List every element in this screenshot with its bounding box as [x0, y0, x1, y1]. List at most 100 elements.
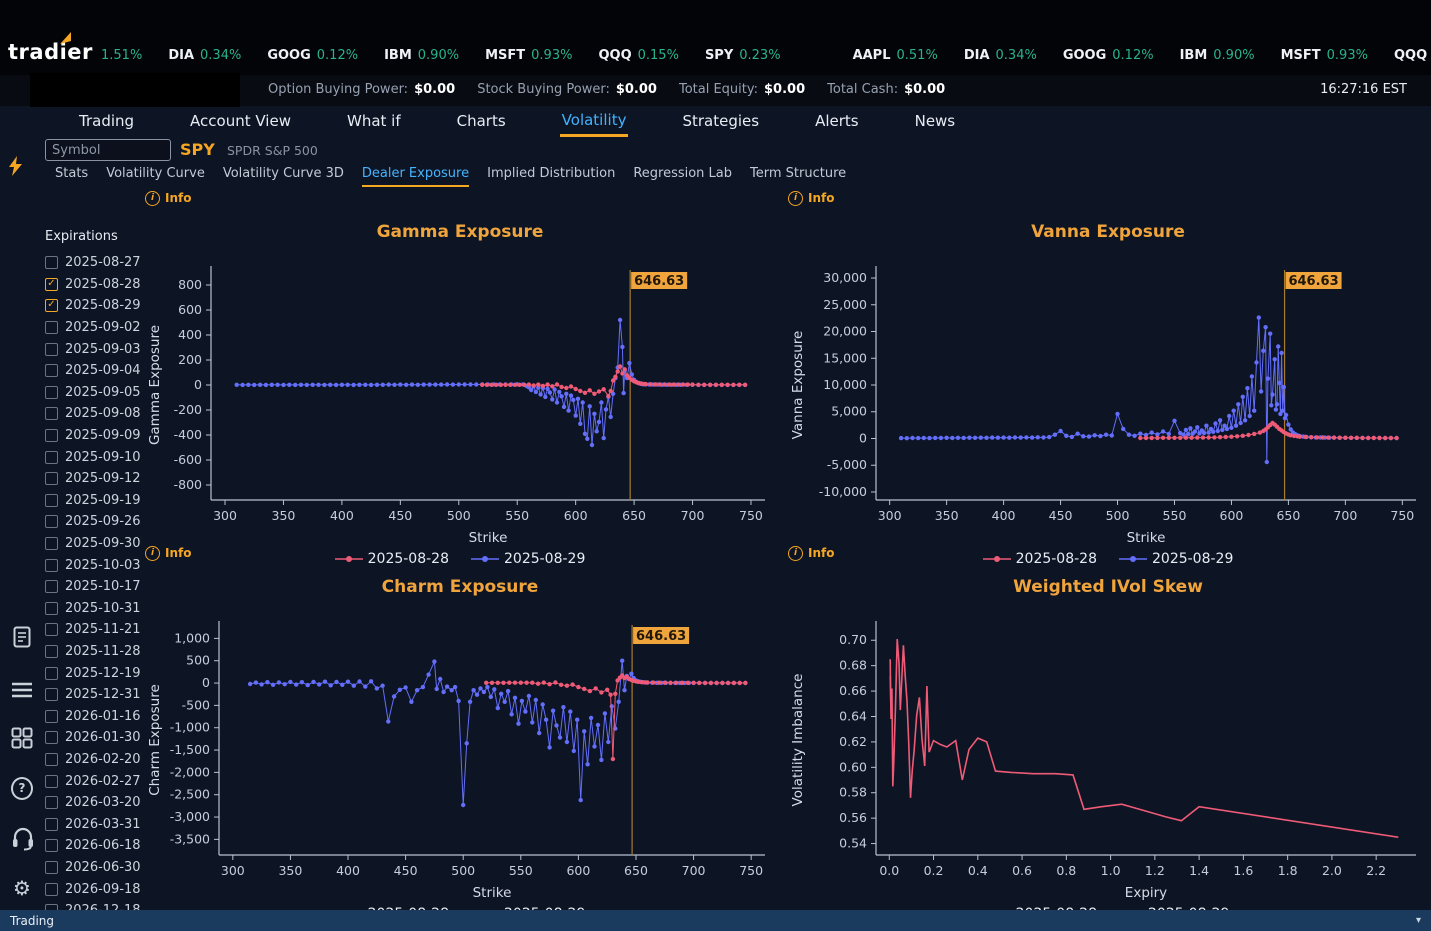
- expiration-checkbox[interactable]: [45, 839, 58, 853]
- nav-tab-trading[interactable]: Trading: [77, 108, 136, 135]
- expiration-checkbox[interactable]: [45, 860, 58, 874]
- nav-tab-charts[interactable]: Charts: [455, 108, 508, 135]
- expiration-checkbox[interactable]: [45, 731, 58, 745]
- expiration-checkbox[interactable]: ✓: [45, 277, 58, 291]
- expiration-checkbox[interactable]: [45, 321, 58, 335]
- expiration-checkbox[interactable]: [45, 429, 58, 443]
- ticker-item[interactable]: QQQ0.15%: [1394, 48, 1431, 63]
- expiration-row[interactable]: 2025-09-08: [45, 403, 155, 425]
- lightning-bolt-icon[interactable]: [9, 156, 23, 176]
- expiration-row[interactable]: 2026-09-18: [45, 878, 155, 900]
- expiration-checkbox[interactable]: [45, 882, 58, 896]
- expiration-row[interactable]: 2025-11-21: [45, 619, 155, 641]
- expiration-row[interactable]: 2026-06-30: [45, 857, 155, 879]
- help-icon[interactable]: ?: [11, 776, 33, 800]
- symbol-input[interactable]: [45, 139, 171, 161]
- expiration-checkbox[interactable]: [45, 774, 58, 788]
- expiration-row[interactable]: 2025-08-27: [45, 252, 155, 274]
- ticker-item[interactable]: GOOG 0.12%: [267, 48, 358, 63]
- expiration-row[interactable]: 2026-12-18: [45, 900, 155, 910]
- expiration-checkbox[interactable]: [45, 644, 58, 658]
- document-icon[interactable]: [11, 625, 33, 649]
- ticker-item[interactable]: AAPL 0.51%: [853, 48, 938, 63]
- expiration-checkbox[interactable]: [45, 515, 58, 529]
- grid-icon[interactable]: [11, 726, 33, 750]
- ticker-item[interactable]: MSFT 0.93%: [485, 48, 572, 63]
- info-button[interactable]: i Info: [145, 190, 775, 206]
- ticker-item[interactable]: MSFT 0.93%: [1281, 48, 1368, 63]
- expiration-row[interactable]: 2025-09-04: [45, 360, 155, 382]
- expiration-row[interactable]: ✓ 2025-08-29: [45, 295, 155, 317]
- nav-tab-account-view[interactable]: Account View: [188, 108, 293, 135]
- expiration-checkbox[interactable]: [45, 493, 58, 507]
- ticker-tape[interactable]: 1.51% DIA 0.34% GOOG 0.12% IBM 0.90% MSFT 0.93% Q…: [95, 48, 1431, 63]
- expiration-row[interactable]: 2025-10-31: [45, 598, 155, 620]
- expiration-checkbox[interactable]: [45, 385, 58, 399]
- ticker-item[interactable]: GOOG 0.12%: [1063, 48, 1154, 63]
- expiration-checkbox[interactable]: [45, 407, 58, 421]
- weighted-ivol-skew-plot[interactable]: 0.70 0.68 0.66 0.64 0.62 0.60 0.58 0.56 0.54 0.0 0…: [788, 613, 1428, 905]
- expiration-row[interactable]: 2025-10-03: [45, 554, 155, 576]
- expiration-checkbox[interactable]: [45, 342, 58, 356]
- subtab-stats[interactable]: Stats: [55, 166, 88, 187]
- expiration-checkbox[interactable]: [45, 796, 58, 810]
- ticker-item[interactable]: IBM 0.90%: [1180, 48, 1255, 63]
- charm-exposure-plot[interactable]: 1,000 500 0 -500 -1,000 -1,500 -2,000 -2,500 -3,…: [145, 613, 775, 905]
- ticker-item[interactable]: IBM 0.90%: [384, 48, 459, 63]
- menu-icon[interactable]: [11, 678, 33, 702]
- expiration-checkbox[interactable]: [45, 709, 58, 723]
- expiration-checkbox[interactable]: [45, 364, 58, 378]
- nav-tab-news[interactable]: News: [913, 108, 958, 135]
- ticker-item[interactable]: DIA 0.34%: [168, 48, 241, 63]
- expiration-row[interactable]: 2025-09-05: [45, 382, 155, 404]
- ticker-item[interactable]: SPY 0.23%: [705, 48, 781, 63]
- vanna-exposure-plot[interactable]: 30,000 25,000 20,000 15,000 10,000 5,000 0 -5,0…: [788, 258, 1428, 550]
- info-button[interactable]: i Info: [788, 190, 1428, 206]
- expiration-row[interactable]: 2025-12-19: [45, 662, 155, 684]
- gamma-exposure-plot[interactable]: 800 600 400 200 0 -200 -400 -600 -800 300 350 400 45…: [145, 258, 775, 550]
- expiration-row[interactable]: 2025-09-19: [45, 490, 155, 512]
- subtab-volatility-curve[interactable]: Volatility Curve: [106, 166, 205, 187]
- expiration-row[interactable]: 2025-09-09: [45, 425, 155, 447]
- bottom-status-bar[interactable]: Trading ▾: [0, 910, 1431, 931]
- expiration-checkbox[interactable]: [45, 688, 58, 702]
- expiration-checkbox[interactable]: [45, 472, 58, 486]
- account-selector[interactable]: [30, 73, 240, 107]
- support-headset-icon[interactable]: [11, 826, 33, 850]
- ticker-item[interactable]: DIA 0.34%: [964, 48, 1037, 63]
- nav-tab-volatility[interactable]: Volatility: [559, 107, 629, 137]
- ticker-item[interactable]: 1.51%: [95, 48, 142, 63]
- expiration-row[interactable]: 2025-10-17: [45, 576, 155, 598]
- expiration-row[interactable]: 2025-09-02: [45, 317, 155, 339]
- expiration-row[interactable]: 2025-12-31: [45, 684, 155, 706]
- expiration-row[interactable]: 2025-09-26: [45, 511, 155, 533]
- expiration-checkbox[interactable]: [45, 537, 58, 551]
- expiration-row[interactable]: ✓ 2025-08-28: [45, 274, 155, 296]
- expiration-checkbox[interactable]: [45, 450, 58, 464]
- expiration-row[interactable]: 2025-09-10: [45, 446, 155, 468]
- expiration-row[interactable]: 2026-03-20: [45, 792, 155, 814]
- chevron-down-icon[interactable]: ▾: [1416, 915, 1421, 926]
- expiration-checkbox[interactable]: [45, 256, 58, 270]
- expiration-row[interactable]: 2026-02-27: [45, 770, 155, 792]
- expiration-checkbox[interactable]: [45, 752, 58, 766]
- subtab-regression-lab[interactable]: Regression Lab: [633, 166, 732, 187]
- expiration-row[interactable]: 2025-11-28: [45, 641, 155, 663]
- expiration-row[interactable]: 2026-06-18: [45, 835, 155, 857]
- expiration-row[interactable]: 2025-09-03: [45, 338, 155, 360]
- subtab-volatility-curve-3d[interactable]: Volatility Curve 3D: [223, 166, 344, 187]
- ticker-item[interactable]: QQQ0.15%: [598, 48, 678, 63]
- expiration-row[interactable]: 2026-01-16: [45, 705, 155, 727]
- nav-tab-alerts[interactable]: Alerts: [813, 108, 861, 135]
- expiration-checkbox[interactable]: [45, 817, 58, 831]
- expiration-row[interactable]: 2026-01-30: [45, 727, 155, 749]
- info-button[interactable]: i Info: [145, 545, 775, 561]
- expiration-checkbox[interactable]: [45, 666, 58, 680]
- expiration-checkbox[interactable]: [45, 580, 58, 594]
- expiration-checkbox[interactable]: [45, 601, 58, 615]
- nav-tab-what-if[interactable]: What if: [345, 108, 403, 135]
- expiration-checkbox[interactable]: ✓: [45, 299, 58, 313]
- info-button[interactable]: i Info: [788, 545, 1428, 561]
- subtab-implied-distribution[interactable]: Implied Distribution: [487, 166, 615, 187]
- expiration-row[interactable]: 2025-09-30: [45, 533, 155, 555]
